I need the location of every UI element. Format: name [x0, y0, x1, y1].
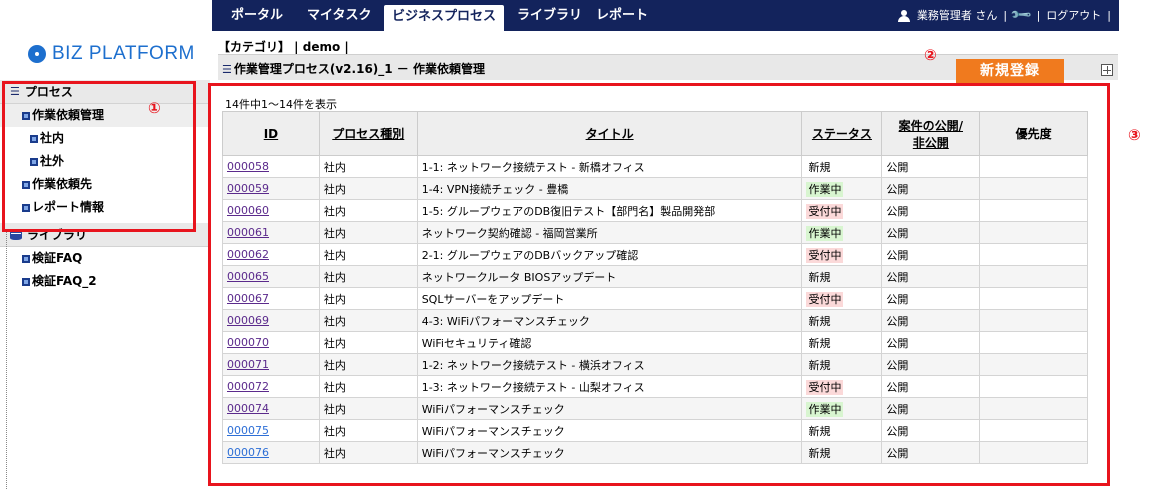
sidebar-item-faq[interactable]: 検証FAQ [0, 247, 210, 270]
process-header: ☰ 作業管理プロセス(v2.16)_1 － 作業依頼管理 新規登録 [218, 54, 1118, 83]
separator: | [1107, 9, 1111, 22]
user-icon [897, 9, 911, 22]
separator: | [1003, 9, 1008, 22]
annotation-box-3 [208, 83, 1110, 486]
user-area: 業務管理者 さん | 🔧 | ログアウト | [897, 0, 1111, 31]
annotation-number-2: ② [924, 46, 937, 64]
wrench-icon[interactable]: 🔧 [1005, 0, 1039, 33]
top-nav-bar: ポータル マイタスク ビジネスプロセス ライブラリ レポート 業務管理者 さん … [212, 0, 1119, 31]
process-title-text: 作業管理プロセス(v2.16)_1 － 作業依頼管理 [233, 62, 485, 76]
user-label[interactable]: 業務管理者 さん [917, 0, 998, 31]
expand-icon[interactable] [1101, 64, 1113, 76]
logo-mark-icon [28, 45, 46, 63]
annotation-number-1: ① [148, 99, 161, 117]
logo-text: BIZ PLATFORM [52, 43, 195, 64]
stack-icon: ☰ [222, 63, 232, 76]
separator: | [1036, 9, 1041, 22]
sidebar-item-label: 検証FAQ [32, 251, 83, 265]
bullet-icon [22, 277, 30, 286]
nav-my-tasks[interactable]: マイタスク [307, 0, 371, 31]
nav-business-process[interactable]: ビジネスプロセス [384, 5, 505, 31]
breadcrumb[interactable]: 【カテゴリ】 | demo | [218, 38, 349, 55]
new-registration-button[interactable]: 新規登録 [956, 59, 1064, 83]
annotation-number-3: ③ [1128, 126, 1141, 144]
logo[interactable]: BIZ PLATFORM [28, 43, 195, 65]
nav-report[interactable]: レポート [596, 0, 648, 31]
bullet-icon [22, 254, 30, 263]
annotation-box-1 [2, 81, 196, 232]
logout-link[interactable]: ログアウト [1046, 0, 1101, 31]
nav-portal[interactable]: ポータル [231, 0, 283, 31]
sidebar-item-faq-2[interactable]: 検証FAQ_2 [0, 270, 210, 293]
dotted-divider [6, 230, 7, 489]
nav-library[interactable]: ライブラリ [517, 0, 582, 31]
sidebar-item-label: 検証FAQ_2 [32, 274, 97, 288]
page-title: ☰ 作業管理プロセス(v2.16)_1 － 作業依頼管理 [222, 60, 485, 77]
